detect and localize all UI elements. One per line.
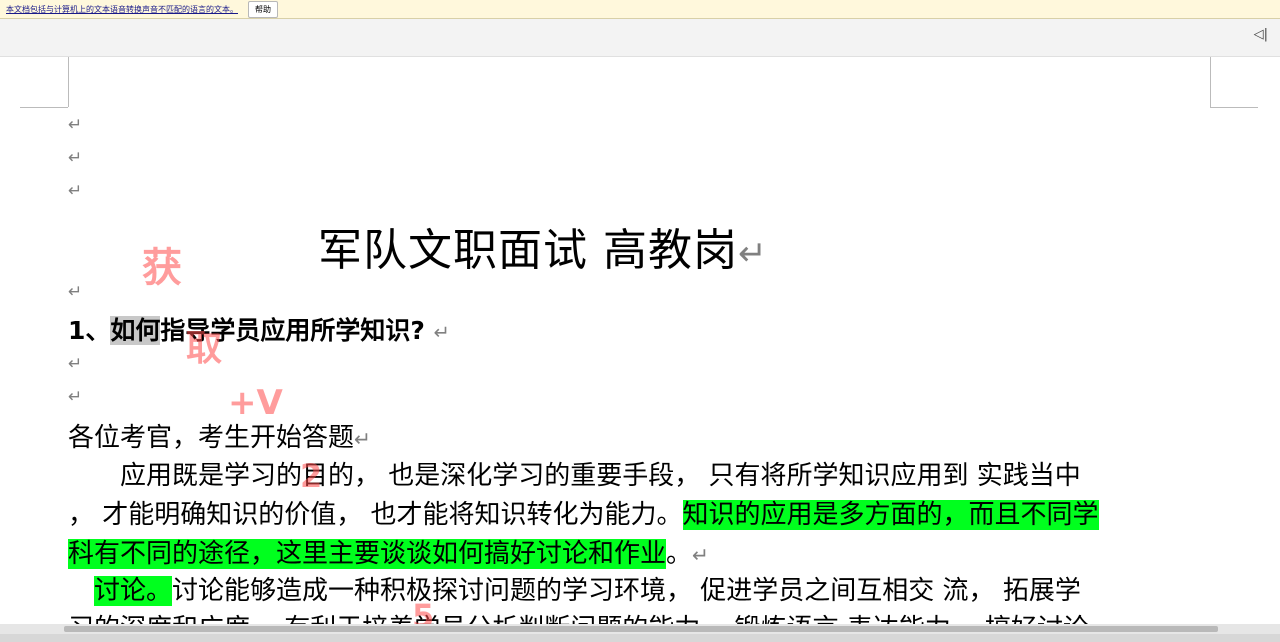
paragraph-mark: ↵ (68, 115, 83, 135)
body-line[interactable]: 应用既是学习的目的， 也是深化学习的重要手段， 只有将所学知识应用到 实践当中 (68, 455, 1081, 492)
horizontal-scrollbar[interactable] (0, 624, 1280, 634)
body-text: 。 (666, 539, 693, 569)
watermark-text: 5 (412, 597, 435, 624)
paragraph-mark: ↵ (433, 321, 450, 344)
paragraph-mark: ↵ (68, 282, 83, 302)
notification-bar: 本文档包括与计算机上的文本语音转换声音不匹配的语言的文本。 帮助 (0, 0, 1280, 19)
margin-corner-top-left (68, 57, 69, 107)
question-number: 1、 (68, 316, 111, 345)
margin-corner-top-right (1210, 107, 1258, 108)
margin-corner-top-right (1210, 57, 1211, 107)
body-text: 习的深度和广度， 有利于培养学员分析判断问题的能力， 锻炼语言 表达能力。 搞好… (68, 614, 1089, 624)
paragraph-mark: ↵ (68, 387, 83, 407)
highlighted-text: 讨论。 (94, 576, 173, 606)
watermark-text: 取 (186, 328, 223, 369)
paragraph-mark: ↵ (738, 234, 768, 274)
status-bar (0, 634, 1280, 642)
question-heading[interactable]: 1、如何指导学员应用所学知识? ↵ (68, 311, 450, 347)
notification-message[interactable]: 本文档包括与计算机上的文本语音转换声音不匹配的语言的文本。 (6, 4, 238, 15)
watermark-text: 获 (142, 245, 182, 291)
scrollbar-thumb[interactable] (64, 626, 1218, 632)
paragraph-mark: ↵ (68, 181, 83, 201)
toolbar-strip: ◁| (0, 19, 1280, 57)
greeting-text: 各位考官，考生开始答题 (68, 423, 355, 453)
collapse-pane-icon[interactable]: ◁| (1254, 27, 1268, 42)
body-text: 应用既是学习的目的， 也是深化学习的重要手段， 只有将所学知识应用到 实践当中 (68, 461, 1081, 491)
paragraph-mark: ↵ (68, 148, 83, 168)
help-button[interactable]: 帮助 (248, 0, 278, 18)
paragraph-mark: ↵ (68, 354, 83, 374)
body-line[interactable]: 习的深度和广度， 有利于培养学员分析判断问题的能力， 锻炼语言 表达能力。 搞好… (68, 608, 1089, 624)
paragraph-mark: ↵ (692, 543, 710, 567)
document-page[interactable]: ↵ ↵ ↵ 军队文职面试 高教岗↵ ↵ 1、如何指导学员应用所学知识? ↵ ↵ … (0, 57, 1280, 624)
body-line[interactable]: 讨论。讨论能够造成一种积极探讨问题的学习环境， 促进学员之间互相交 流， 拓展学 (68, 570, 1081, 607)
highlighted-text: 知识的应用是多方面的，而且不同学 (682, 500, 1099, 530)
margin-corner-top-left (20, 107, 68, 108)
greeting-line[interactable]: 各位考官，考生开始答题↵ (68, 417, 371, 454)
watermark-text: 2 (300, 457, 323, 495)
paragraph-mark: ↵ (354, 427, 371, 451)
watermark-text: +V (228, 383, 283, 423)
body-line[interactable]: ， 才能明确知识的价值， 也才能将知识转化为能力。知识的应用是多方面的，而且不同… (68, 494, 1099, 531)
body-indent (68, 576, 94, 606)
body-text: ， 才能明确知识的价值， 也才能将知识转化为能力。 (68, 500, 683, 530)
document-title-text: 军队文职面试 高教岗 (318, 225, 738, 276)
body-text: 讨论能够造成一种积极探讨问题的学习环境， 促进学员之间互相交 流， 拓展学 (172, 576, 1081, 606)
selected-text: 如何 (110, 316, 161, 345)
document-title[interactable]: 军队文职面试 高教岗↵ (318, 214, 768, 278)
highlighted-text: 科有不同的途径，这里主要谈谈如何搞好讨论和作业 (68, 539, 667, 569)
body-line[interactable]: 科有不同的途径，这里主要谈谈如何搞好讨论和作业。↵ (68, 533, 709, 570)
